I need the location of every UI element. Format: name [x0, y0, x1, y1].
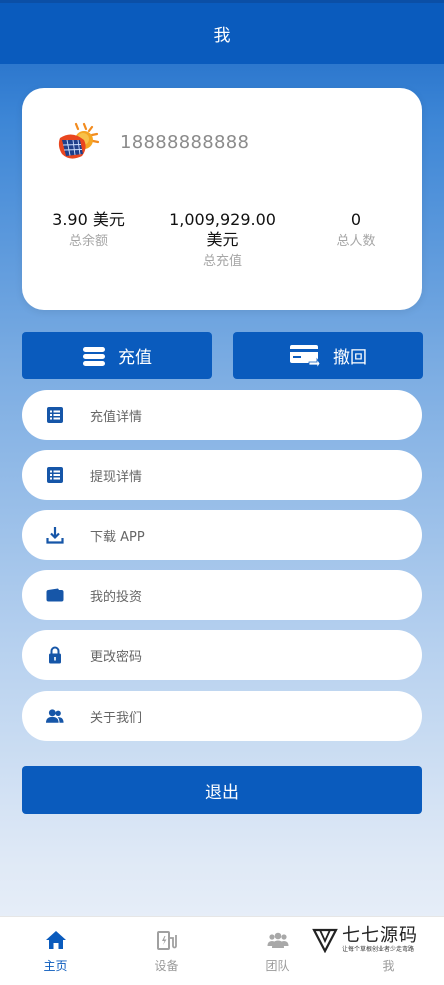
tab-label: 设备: [154, 959, 179, 973]
watermark-logo-icon: [312, 928, 338, 953]
tab-home[interactable]: 主页: [0, 917, 111, 985]
recharge-button[interactable]: 充值: [22, 332, 212, 379]
home-icon: [45, 929, 67, 951]
stat-value: 0: [350, 210, 362, 229]
download-icon: [46, 526, 64, 544]
watermark-subtitle: 让每个草根创业者少走弯路: [342, 946, 415, 953]
menu-label: 我的投资: [90, 589, 143, 605]
charger-icon: [156, 929, 178, 951]
menu-label: 更改密码: [90, 649, 143, 665]
menu-change-password[interactable]: 更改密码: [22, 630, 422, 680]
watermark-title: 七七源码: [342, 925, 418, 946]
tab-devices[interactable]: 设备: [111, 917, 222, 985]
withdraw-button[interactable]: 撤回: [233, 332, 423, 379]
stat-total-recharge: 1,009,929.00 美元 总充值: [164, 210, 281, 270]
team-icon: [267, 929, 289, 951]
menu-my-investment[interactable]: 我的投资: [22, 570, 422, 620]
logout-button[interactable]: 退出: [22, 766, 422, 814]
page-title: 我: [213, 26, 231, 46]
solar-logo-icon: [58, 122, 100, 159]
tab-label: 主页: [43, 959, 68, 973]
stat-label: 总充值: [202, 254, 242, 269]
user-phone: 18888888888: [120, 132, 250, 153]
page-header: 我: [0, 0, 444, 64]
watermark: 七七源码 让每个草根创业者少走弯路: [312, 920, 442, 960]
menu-label: 下载 APP: [90, 529, 145, 545]
card-transfer-icon: [290, 344, 321, 368]
stack-icon: [83, 346, 105, 366]
menu-download-app[interactable]: 下载 APP: [22, 510, 422, 560]
stat-value: 3.90 美元: [52, 210, 125, 229]
users-icon: [46, 707, 64, 725]
stat-total-people: 0 总人数: [322, 210, 390, 250]
menu-label: 充值详情: [90, 409, 143, 425]
stat-label: 总余额: [68, 234, 108, 249]
menu-label: 提现详情: [90, 469, 143, 485]
withdraw-label: 撤回: [333, 348, 367, 368]
stat-total-balance: 3.90 美元 总余额: [42, 210, 135, 250]
menu-label: 关于我们: [90, 710, 143, 726]
list-icon: [46, 466, 64, 484]
stat-label: 总人数: [336, 234, 376, 249]
menu-recharge-details[interactable]: 充值详情: [22, 390, 422, 440]
list-icon: [46, 406, 64, 424]
stat-value: 1,009,929.00 美元: [169, 210, 276, 249]
menu-withdraw-details[interactable]: 提现详情: [22, 450, 422, 500]
menu-about-us[interactable]: 关于我们: [22, 691, 422, 741]
profile-card: 18888888888 3.90 美元 总余额 1,009,929.00 美元 …: [22, 88, 422, 310]
recharge-label: 充值: [118, 348, 152, 368]
logout-label: 退出: [205, 782, 239, 803]
tab-label: 团队: [265, 959, 290, 973]
wallet-icon: [46, 586, 64, 604]
lock-icon: [46, 646, 64, 664]
